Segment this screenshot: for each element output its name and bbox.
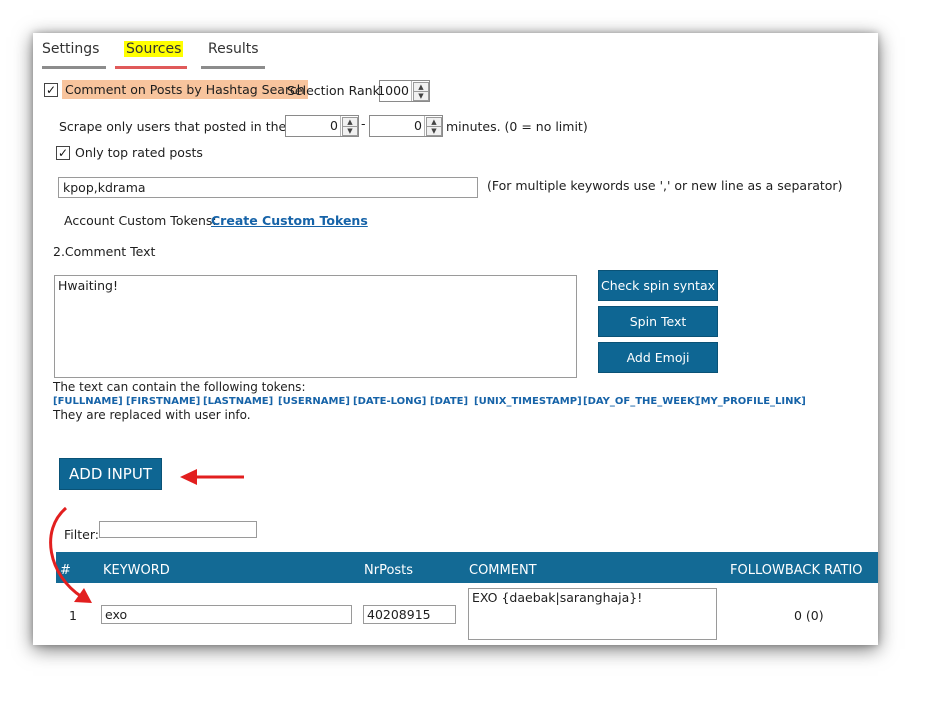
arrow-left-icon <box>180 469 244 485</box>
curved-arrow-down-icon <box>49 506 92 603</box>
annotation-overlay <box>49 469 244 603</box>
